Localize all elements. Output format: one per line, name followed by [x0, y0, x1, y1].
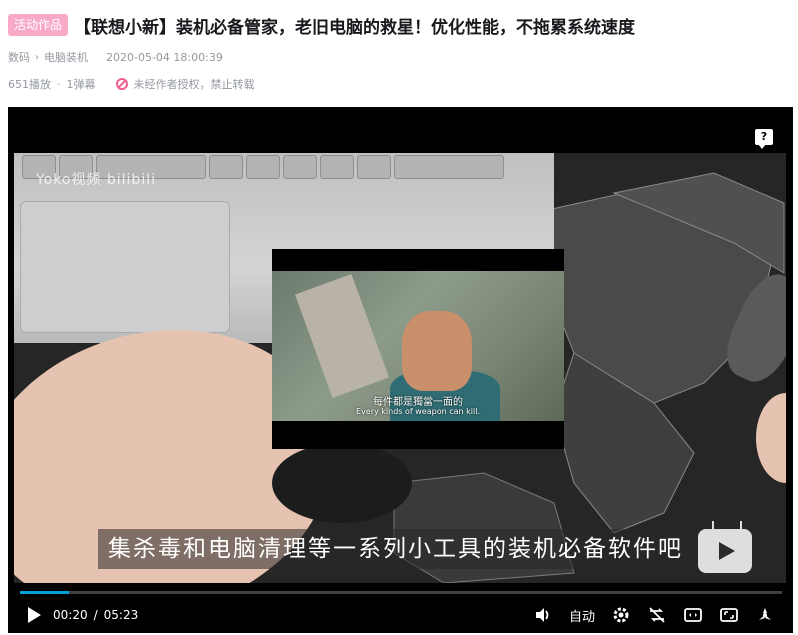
danmaku-count: 1弹幕 [66, 78, 96, 91]
settings-icon[interactable] [611, 605, 631, 625]
video-title: 【联想小新】装机必备管家，老旧电脑的救星！优化性能，不拖累系统速度 [74, 17, 636, 38]
video-subtitle: 集杀毒和电脑清理等一系列小工具的装机必备软件吧 [98, 529, 693, 569]
breadcrumb-category[interactable]: 数码 [8, 49, 30, 65]
time-display: 00:20 / 05:23 [53, 608, 138, 622]
web-fullscreen-icon[interactable] [719, 605, 739, 625]
movie-clip-frame: 每件都是獨當一面的 Every kinds of weapon can kill… [272, 271, 564, 421]
breadcrumb-subcategory[interactable]: 电脑装机 [44, 49, 88, 65]
channel-watermark: Yoko视频 bilibili [36, 172, 156, 188]
breadcrumb: 数码 › 电脑装机 2020-05-04 18:00:39 [8, 48, 223, 66]
movie-subtitle-en: Every kinds of weapon can kill. [356, 407, 480, 416]
video-title-row: 活动作品 【联想小新】装机必备管家，老旧电脑的救星！优化性能，不拖累系统速度 [8, 8, 790, 42]
player-controls: 00:20 / 05:23 自动 [8, 597, 793, 633]
video-frame[interactable]: Yoko视频 bilibili 每件都是獨當一面的 Every kinds of… [14, 153, 786, 583]
widescreen-icon[interactable] [683, 605, 703, 625]
quality-selector[interactable]: 自动 [569, 606, 595, 625]
chevron-right-icon: › [35, 51, 39, 63]
publish-time: 2020-05-04 18:00:39 [106, 50, 223, 64]
time-separator: / [93, 608, 98, 622]
fullscreen-icon[interactable] [755, 605, 775, 625]
ban-icon [115, 78, 128, 90]
copyright-notice-text: 未经作者授权，禁止转载 [133, 78, 255, 91]
video-stats: 651播放 · 1弹幕 未经作者授权，禁止转载 [8, 75, 255, 93]
play-icon[interactable] [28, 607, 41, 623]
movie-clip-inset: 每件都是獨當一面的 Every kinds of weapon can kill… [272, 249, 564, 449]
loop-off-icon[interactable] [647, 605, 667, 625]
volume-icon[interactable] [533, 605, 553, 625]
bilibili-tv-icon [698, 529, 752, 573]
duration: 05:23 [103, 608, 139, 622]
touchpad-image [20, 201, 230, 333]
current-time: 00:20 [53, 608, 88, 622]
separator-dot: · [57, 77, 61, 91]
mouse-image [272, 443, 412, 523]
progress-bar[interactable] [20, 591, 782, 594]
help-icon[interactable]: ? [755, 129, 773, 149]
progress-fill [20, 591, 69, 594]
movie-subtitle-cn: 每件都是獨當一面的 [373, 397, 463, 408]
activity-badge[interactable]: 活动作品 [8, 14, 69, 36]
play-count: 651播放 [8, 78, 51, 91]
copyright-notice: 未经作者授权，禁止转载 [115, 76, 255, 92]
video-player[interactable]: ? Yoko视频 bilibili 每件都是獨當一面的 Every kinds … [8, 107, 793, 633]
